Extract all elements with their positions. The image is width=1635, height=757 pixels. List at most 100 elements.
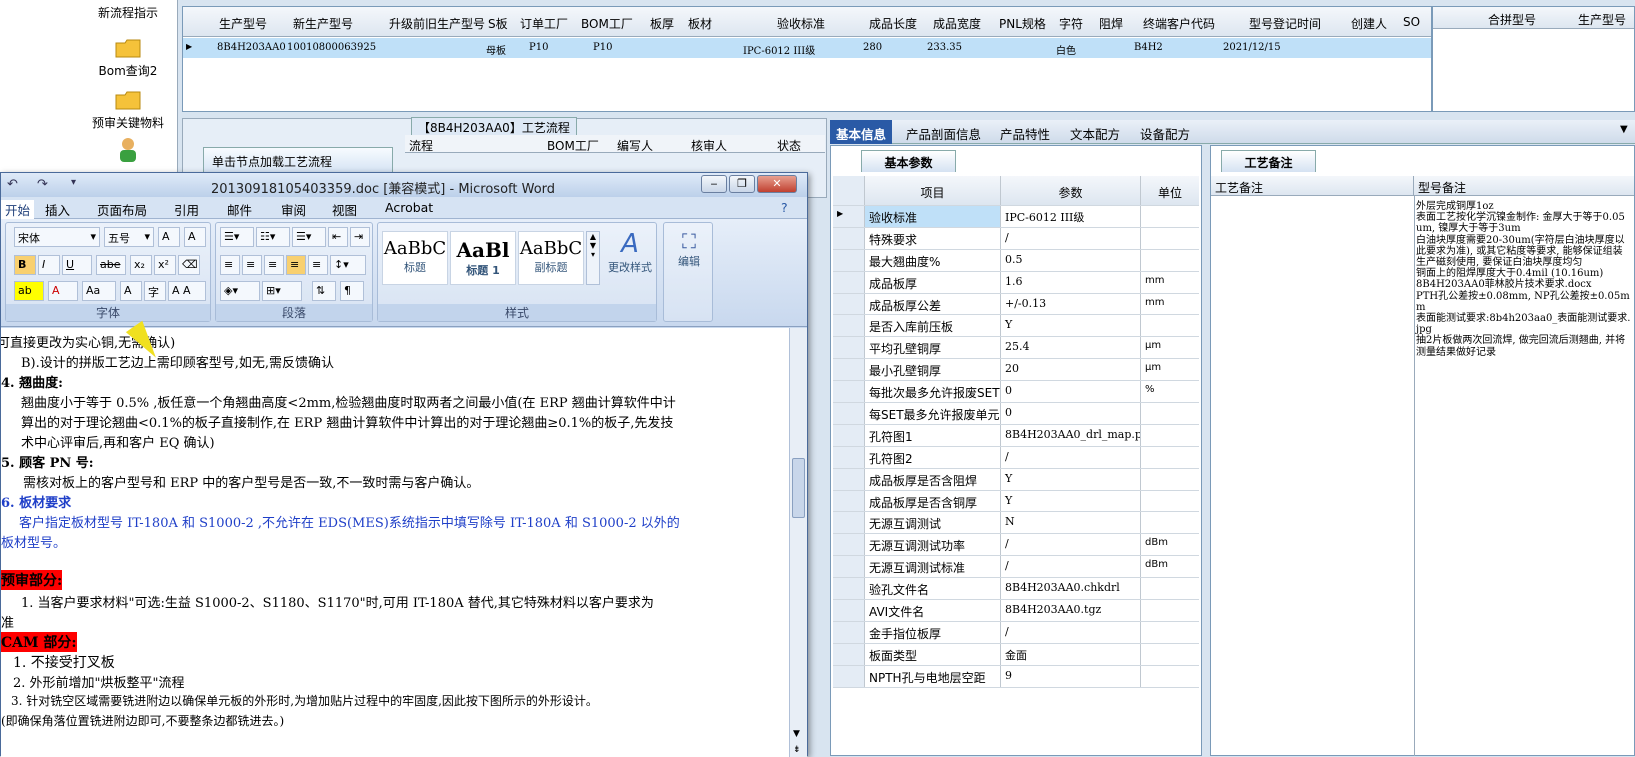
row-header[interactable]	[833, 534, 865, 556]
table-row[interactable]: 板面类型 金面	[833, 643, 1199, 666]
col-header[interactable]: 成品宽度	[933, 15, 981, 32]
table-row[interactable]: NPTH孔与电地层空距 9	[833, 665, 1199, 688]
align-left-button[interactable]: ≡	[220, 255, 240, 275]
borders-button[interactable]: ⊞▾	[262, 281, 302, 301]
col-header[interactable]: 项目	[865, 176, 1001, 205]
table-row[interactable]: 成品板厚是否含铜厚 Y	[833, 490, 1199, 513]
table-row[interactable]: 无源互调测试功率 / dBm	[833, 534, 1199, 557]
table-row[interactable]: 孔符图1 8B4H203AA0_drl_map.pdf	[833, 424, 1199, 447]
subscript-button[interactable]: x₂	[130, 255, 152, 275]
highlight-button[interactable]: ab	[14, 281, 44, 301]
model-remark-text[interactable]: 外层完成铜厚1oz 表面工艺按化学沉镍金制作: 金厚大于等于0.05um, 镍厚…	[1416, 201, 1631, 358]
col-header[interactable]: BOM工厂	[547, 137, 599, 154]
row-header[interactable]	[833, 381, 865, 403]
close-button[interactable]: ✕	[757, 175, 797, 193]
page-down-icon[interactable]: ⇟	[793, 745, 801, 755]
param-value[interactable]: /	[1001, 556, 1141, 578]
table-row[interactable]: 无源互调测试标准 / dBm	[833, 556, 1199, 579]
shrink-grow-font-button[interactable]: A A	[168, 281, 206, 301]
row-header[interactable]	[833, 337, 865, 359]
ribbon-tab-insert[interactable]: 插入	[45, 200, 70, 219]
param-value[interactable]: /	[1001, 534, 1141, 556]
param-value[interactable]: 8B4H203AA0_drl_map.pdf	[1001, 424, 1141, 446]
ribbon-tab-mailings[interactable]: 邮件	[227, 200, 252, 219]
col-header[interactable]: 流程	[409, 137, 433, 154]
clear-format-button[interactable]: A	[184, 227, 206, 247]
row-header[interactable]	[833, 556, 865, 578]
ribbon-tab-home[interactable]: 开始	[1, 200, 35, 219]
col-header[interactable]: 参数	[1001, 176, 1141, 205]
redo-icon[interactable]: ↷	[37, 177, 48, 192]
row-header[interactable]	[833, 271, 865, 293]
sort-button[interactable]: ⇅	[312, 281, 336, 301]
param-value[interactable]: Y	[1001, 490, 1141, 512]
vertical-scrollbar[interactable]: ▼ ⇟	[789, 328, 807, 757]
table-row[interactable]: 成品板厚公差 +/-0.13 mm	[833, 293, 1199, 316]
col-header[interactable]: 型号登记时间	[1249, 15, 1321, 32]
styles-scroll[interactable]: ▲ ▼ ▾	[586, 231, 600, 285]
row-header[interactable]	[833, 359, 865, 381]
line-spacing-button[interactable]: ↕▾	[330, 255, 366, 275]
row-header[interactable]	[833, 468, 865, 490]
change-styles-button[interactable]: A 更改样式	[604, 229, 656, 275]
decrease-indent-button[interactable]: ⇤	[328, 227, 348, 247]
row-header[interactable]	[833, 578, 865, 600]
col-header[interactable]: 成品长度	[869, 15, 917, 32]
param-value[interactable]: Y	[1001, 468, 1141, 490]
table-row[interactable]: 平均孔壁铜厚 25.4 μm	[833, 337, 1199, 360]
nav-key-materials[interactable]: 预审关键物料	[78, 90, 178, 131]
ribbon-tab-acrobat[interactable]: Acrobat	[385, 200, 433, 215]
nav-user[interactable]	[78, 136, 178, 166]
row-header[interactable]	[833, 600, 865, 621]
param-value[interactable]: 金面	[1001, 643, 1141, 665]
col-header[interactable]: 工艺备注	[1211, 176, 1414, 196]
col-header[interactable]: 新生产型号	[293, 15, 353, 32]
col-header[interactable]: SO	[1403, 15, 1420, 29]
bullets-button[interactable]: ☰▾	[220, 227, 254, 247]
param-value[interactable]: /	[1001, 446, 1141, 468]
row-header[interactable]	[833, 293, 865, 315]
superscript-button[interactable]: x²	[154, 255, 176, 275]
show-marks-button[interactable]: ¶	[340, 281, 364, 301]
col-header[interactable]: 板材	[688, 15, 712, 32]
tab-equipment-recipe[interactable]: 设备配方	[1140, 124, 1190, 143]
param-value[interactable]: 25.4	[1001, 337, 1141, 359]
numbering-button[interactable]: ☷▾	[256, 227, 290, 247]
maximize-button[interactable]: ❐	[729, 175, 755, 193]
change-case-icon[interactable]: ⌫	[178, 255, 200, 275]
shading-button[interactable]: ◈▾	[220, 281, 260, 301]
scroll-down-icon[interactable]: ▼	[793, 729, 800, 739]
row-selector-icon[interactable]: ▶	[833, 206, 865, 227]
tab-section-info[interactable]: 产品剖面信息	[906, 124, 981, 143]
table-row[interactable]: 金手指位板厚 /	[833, 621, 1199, 644]
font-size-select[interactable]: 五号 ▾	[104, 227, 154, 247]
param-value[interactable]: 0	[1001, 381, 1141, 403]
quick-access-dropdown-icon[interactable]: ▾	[71, 177, 76, 188]
char-shading-button[interactable]: A	[120, 281, 142, 301]
col-header[interactable]: 升级前旧生产型号	[389, 15, 485, 32]
row-header[interactable]	[833, 249, 865, 271]
col-header[interactable]: 状态	[777, 137, 801, 154]
param-value[interactable]: /	[1001, 621, 1141, 643]
col-header[interactable]: S板	[488, 15, 508, 32]
ribbon-tab-review[interactable]: 审阅	[281, 200, 306, 219]
col-header[interactable]: 字符	[1059, 15, 1083, 32]
help-icon[interactable]: ?	[781, 200, 788, 215]
row-header[interactable]	[833, 512, 865, 534]
table-row[interactable]: 无源互调测试 N	[833, 512, 1199, 535]
row-header[interactable]	[833, 424, 865, 446]
table-row[interactable]: 孔符图2/	[833, 446, 1199, 469]
italic-button[interactable]: I	[38, 255, 60, 275]
load-process-button[interactable]: 单击节点加载工艺流程	[203, 147, 393, 173]
editing-button[interactable]: ⛶ 编辑	[668, 229, 710, 269]
row-header[interactable]	[833, 665, 865, 687]
col-header[interactable]: 验收标准	[777, 15, 825, 32]
increase-indent-button[interactable]: ⇥	[350, 227, 370, 247]
font-color-button[interactable]: A	[48, 281, 78, 301]
table-row[interactable]: AVI文件名 8B4H203AA0.tgz	[833, 600, 1199, 622]
style-heading1[interactable]: AaBl 标题 1	[450, 231, 516, 285]
word-titlebar[interactable]: ↶ ↷ ▾ 20130918105403359.doc [兼容模式] - Mic…	[1, 173, 807, 197]
col-header[interactable]: 阻焊	[1099, 15, 1123, 32]
row-header[interactable]	[833, 490, 865, 512]
param-value[interactable]: 1.6	[1001, 271, 1141, 293]
